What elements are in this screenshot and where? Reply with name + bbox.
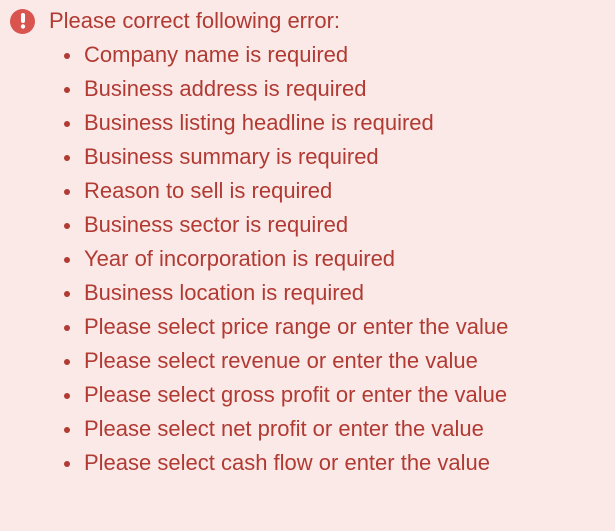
- error-alert: Please correct following error: Company …: [0, 0, 615, 531]
- error-item: Please select price range or enter the v…: [62, 310, 615, 344]
- alert-heading-text: Please correct following error:: [49, 8, 341, 33]
- bullet-icon: [64, 325, 70, 331]
- error-text: Please select price range or enter the v…: [84, 314, 509, 339]
- error-text: Please select gross profit or enter the …: [84, 382, 508, 407]
- bullet-icon: [64, 393, 70, 399]
- error-text: Business sector is required: [84, 212, 349, 237]
- error-text: Company name is required: [84, 42, 349, 67]
- error-item: Reason to sell is required: [62, 174, 615, 208]
- bullet-icon: [64, 155, 70, 161]
- error-item: Please select net profit or enter the va…: [62, 412, 615, 446]
- bullet-icon: [64, 121, 70, 127]
- error-item: Business listing headline is required: [62, 106, 615, 140]
- error-item: Business location is required: [62, 276, 615, 310]
- alert-heading: Please correct following error:: [0, 6, 615, 36]
- error-text: Business address is required: [84, 76, 367, 101]
- error-text: Business summary is required: [84, 144, 379, 169]
- error-list: Company name is required Business addres…: [0, 38, 615, 480]
- error-item: Business sector is required: [62, 208, 615, 242]
- error-item: Company name is required: [62, 38, 615, 72]
- error-text: Please select revenue or enter the value: [84, 348, 478, 373]
- bullet-icon: [64, 427, 70, 433]
- bullet-icon: [64, 223, 70, 229]
- bullet-icon: [64, 87, 70, 93]
- error-item: Business summary is required: [62, 140, 615, 174]
- error-text: Please select cash flow or enter the val…: [84, 450, 491, 475]
- error-item: Please select cash flow or enter the val…: [62, 446, 615, 480]
- bullet-icon: [64, 291, 70, 297]
- error-item: Business address is required: [62, 72, 615, 106]
- bullet-icon: [64, 53, 70, 59]
- exclamation-circle-icon: [10, 8, 35, 34]
- error-item: Year of incorporation is required: [62, 242, 615, 276]
- error-text: Business location is required: [84, 280, 365, 305]
- bullet-icon: [64, 359, 70, 365]
- error-item: Please select gross profit or enter the …: [62, 378, 615, 412]
- bullet-icon: [64, 257, 70, 263]
- error-text: Business listing headline is required: [84, 110, 434, 135]
- error-item: Please select revenue or enter the value: [62, 344, 615, 378]
- bullet-icon: [64, 189, 70, 195]
- error-text: Year of incorporation is required: [84, 246, 396, 271]
- bullet-icon: [64, 461, 70, 467]
- error-text: Please select net profit or enter the va…: [84, 416, 484, 441]
- error-text: Reason to sell is required: [84, 178, 333, 203]
